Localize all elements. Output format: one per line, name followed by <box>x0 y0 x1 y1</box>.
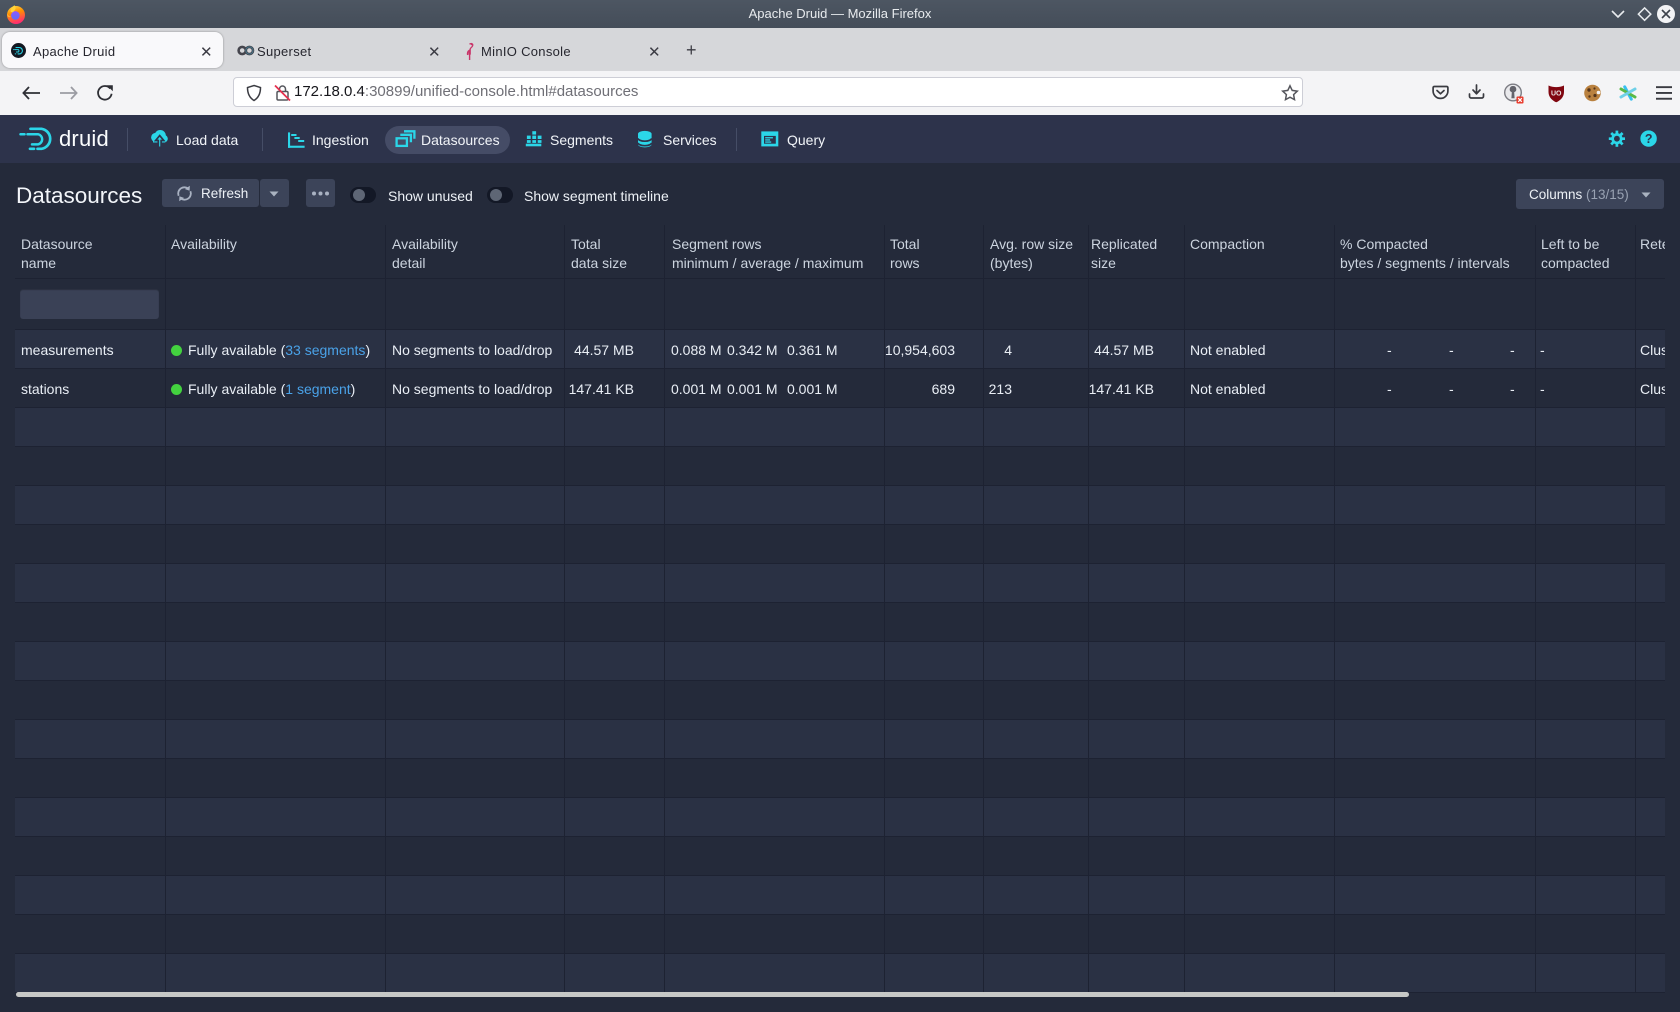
svg-text:?: ? <box>1645 132 1653 146</box>
svg-text:UO: UO <box>1551 91 1562 98</box>
